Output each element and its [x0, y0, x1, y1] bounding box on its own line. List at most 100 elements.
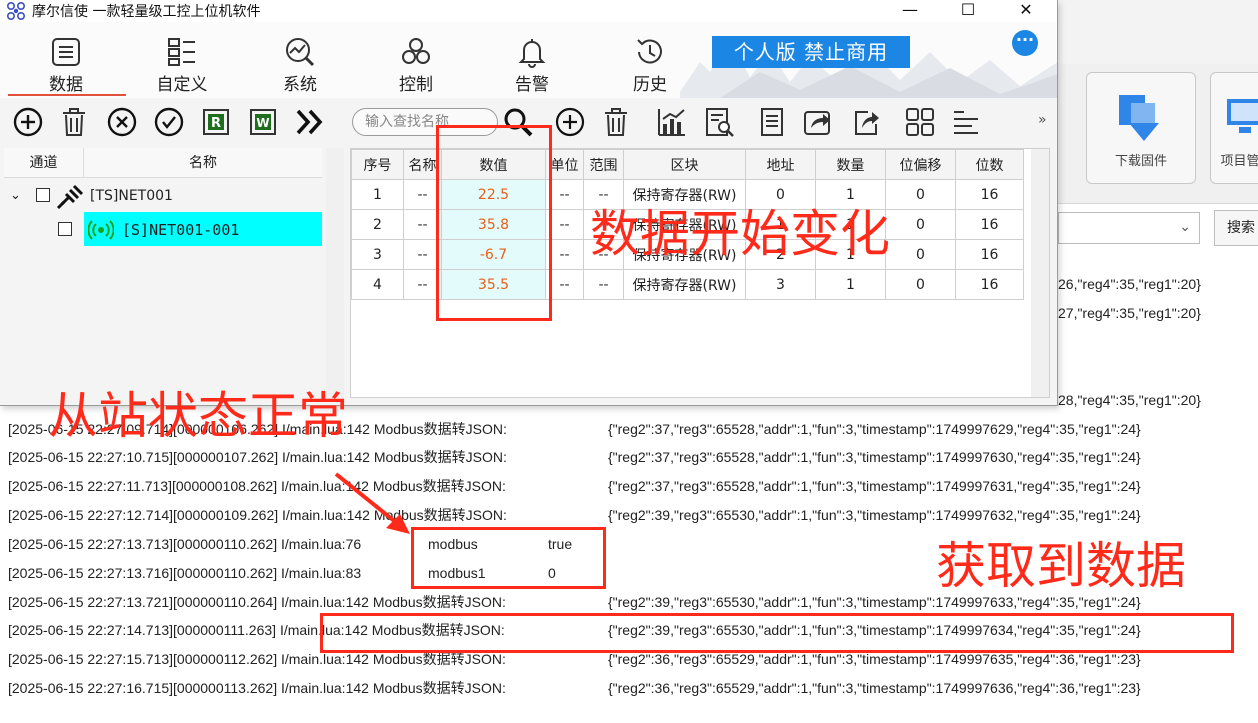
check-circle-icon	[154, 107, 184, 137]
network-icon	[402, 38, 430, 64]
log-line-json: {"reg2":37,"reg3":65528,"addr":1,"fun":3…	[608, 478, 1141, 494]
cell-range: --	[583, 269, 624, 300]
grid-four-icon	[906, 108, 934, 136]
annotation-box-values	[436, 125, 552, 321]
tree-scrollbar[interactable]	[326, 148, 344, 398]
more-options-icon[interactable]: ···	[1012, 30, 1038, 56]
tree-header-name: 名称	[189, 155, 217, 171]
nav-tab-label: 控制	[399, 75, 433, 95]
read-button[interactable]: R	[200, 106, 232, 138]
nav-tab-label: 历史	[633, 75, 667, 95]
trend-chart-button[interactable]	[656, 106, 688, 138]
trash-icon	[63, 108, 85, 136]
inspect-button[interactable]	[703, 106, 735, 138]
nav-ribbon: 数据 自定义 系统 控制 告警 历史 个人版 禁止商用 ···	[0, 22, 1057, 98]
delete-channel-button[interactable]	[58, 106, 90, 138]
active-tab-indicator	[8, 94, 126, 96]
read-doc-icon: R	[203, 109, 229, 135]
nav-tab-label: 告警	[515, 75, 549, 95]
cell-bits: 16	[955, 239, 1024, 270]
table-scrollbar[interactable]	[1031, 149, 1049, 397]
nav-tab-data[interactable]: 数据	[18, 36, 114, 96]
station-label: [S]NET001-001	[122, 221, 240, 239]
toolbar-overflow-icon[interactable]: »	[1038, 112, 1047, 128]
cell-bits: 16	[955, 209, 1024, 240]
tree-station-node[interactable]: [S]NET001-001	[54, 214, 324, 246]
log-partial-json: 26,"reg4":35,"reg1":20}	[1058, 276, 1201, 292]
tree-header: 通道 名称	[4, 148, 322, 178]
cell-index: 4	[351, 269, 404, 300]
share-arrow-icon	[804, 111, 830, 135]
cell-bit-offset: 0	[885, 269, 956, 300]
cell-count: 1	[815, 269, 886, 300]
double-chevron-right-icon	[296, 109, 323, 135]
log-line-prefix: [2025-06-15 22:27:13.721][000000110.264]…	[8, 594, 506, 610]
col-address[interactable]: 地址	[745, 149, 816, 180]
col-index[interactable]: 序号	[351, 149, 404, 180]
connect-button[interactable]	[153, 106, 185, 138]
plug-icon	[56, 184, 84, 210]
delete-point-button[interactable]	[600, 106, 632, 138]
close-button[interactable]: ✕	[996, 0, 1056, 22]
align-button[interactable]	[950, 106, 982, 138]
cell-address: 3	[745, 269, 816, 300]
write-button[interactable]: W	[247, 106, 279, 138]
nav-tab-label: 自定义	[156, 75, 208, 95]
layout-button[interactable]	[904, 106, 936, 138]
annotation-box-modbus-status	[411, 527, 606, 589]
log-line-prefix: [2025-06-15 22:27:10.715][000000107.262]…	[8, 449, 507, 465]
cell-bits: 16	[955, 179, 1024, 210]
expand-panel-button[interactable]	[294, 106, 326, 138]
window-title: 摩尔信使 一款轻量级工控上位机软件	[32, 4, 261, 20]
col-bits[interactable]: 位数	[955, 149, 1024, 180]
document-icon	[761, 108, 783, 136]
annotation-got-data: 获取到数据	[936, 537, 1186, 595]
minimize-button[interactable]: —	[880, 0, 940, 22]
nav-tab-control[interactable]: 控制	[368, 36, 464, 96]
channel-checkbox[interactable]	[36, 188, 50, 202]
nav-tab-label: 系统	[283, 75, 317, 95]
document-button[interactable]	[756, 106, 788, 138]
add-channel-button[interactable]	[12, 106, 44, 138]
export-button[interactable]	[802, 106, 834, 138]
log-line-prefix: [2025-06-15 22:27:16.715][000000113.262]…	[8, 680, 506, 696]
nav-tab-custom[interactable]: 自定义	[134, 36, 230, 96]
col-count[interactable]: 数量	[815, 149, 886, 180]
nav-tab-history[interactable]: 历史	[602, 36, 698, 96]
cell-index: 3	[351, 239, 404, 270]
channel-label: [TS]NET001	[90, 188, 173, 204]
grid-icon	[168, 38, 195, 66]
log-line-json: {"reg2":36,"reg3":65529,"addr":1,"fun":3…	[608, 680, 1141, 696]
trash-icon	[605, 108, 627, 136]
station-checkbox[interactable]	[58, 222, 72, 236]
chevron-down-icon[interactable]: ⌄	[10, 180, 21, 212]
plus-circle-icon	[555, 107, 585, 137]
log-line-prefix: [2025-06-15 22:27:13.713][000000110.262]…	[8, 536, 362, 552]
title-bar: 摩尔信使 一款轻量级工控上位机软件 — ☐ ✕	[0, 0, 1057, 22]
share-button[interactable]	[850, 106, 882, 138]
svg-text:W: W	[256, 116, 269, 130]
col-bit-offset[interactable]: 位偏移	[885, 149, 956, 180]
tree-header-channel: 通道	[4, 148, 84, 178]
col-block[interactable]: 区块	[623, 149, 746, 180]
stop-button[interactable]	[106, 106, 138, 138]
history-icon	[637, 39, 662, 64]
doc-search-icon	[706, 108, 734, 137]
log-line-prefix: [2025-06-15 22:27:11.713][000000108.262]…	[8, 478, 506, 494]
nav-tab-alarm[interactable]: 告警	[484, 36, 580, 96]
maximize-button[interactable]: ☐	[938, 0, 998, 22]
nav-tab-system[interactable]: 系统	[252, 36, 348, 96]
cell-bit-offset: 0	[885, 179, 956, 210]
log-line-json: {"reg2":39,"reg3":65530,"addr":1,"fun":3…	[608, 507, 1141, 523]
col-range[interactable]: 范围	[583, 149, 624, 180]
edition-badge: 个人版 禁止商用	[712, 36, 910, 68]
chart-search-icon	[286, 38, 315, 67]
cell-block: 保持寄存器(RW)	[623, 269, 746, 300]
write-doc-icon: W	[250, 109, 276, 135]
tree-channel-node[interactable]: ⌄ [TS]NET001	[8, 180, 318, 212]
add-point-button[interactable]	[554, 106, 586, 138]
annotation-arrow-icon	[334, 472, 410, 534]
cell-index: 1	[351, 179, 404, 210]
list-icon	[52, 38, 80, 66]
log-partial-json: 28,"reg4":35,"reg1":20}	[1058, 392, 1201, 408]
